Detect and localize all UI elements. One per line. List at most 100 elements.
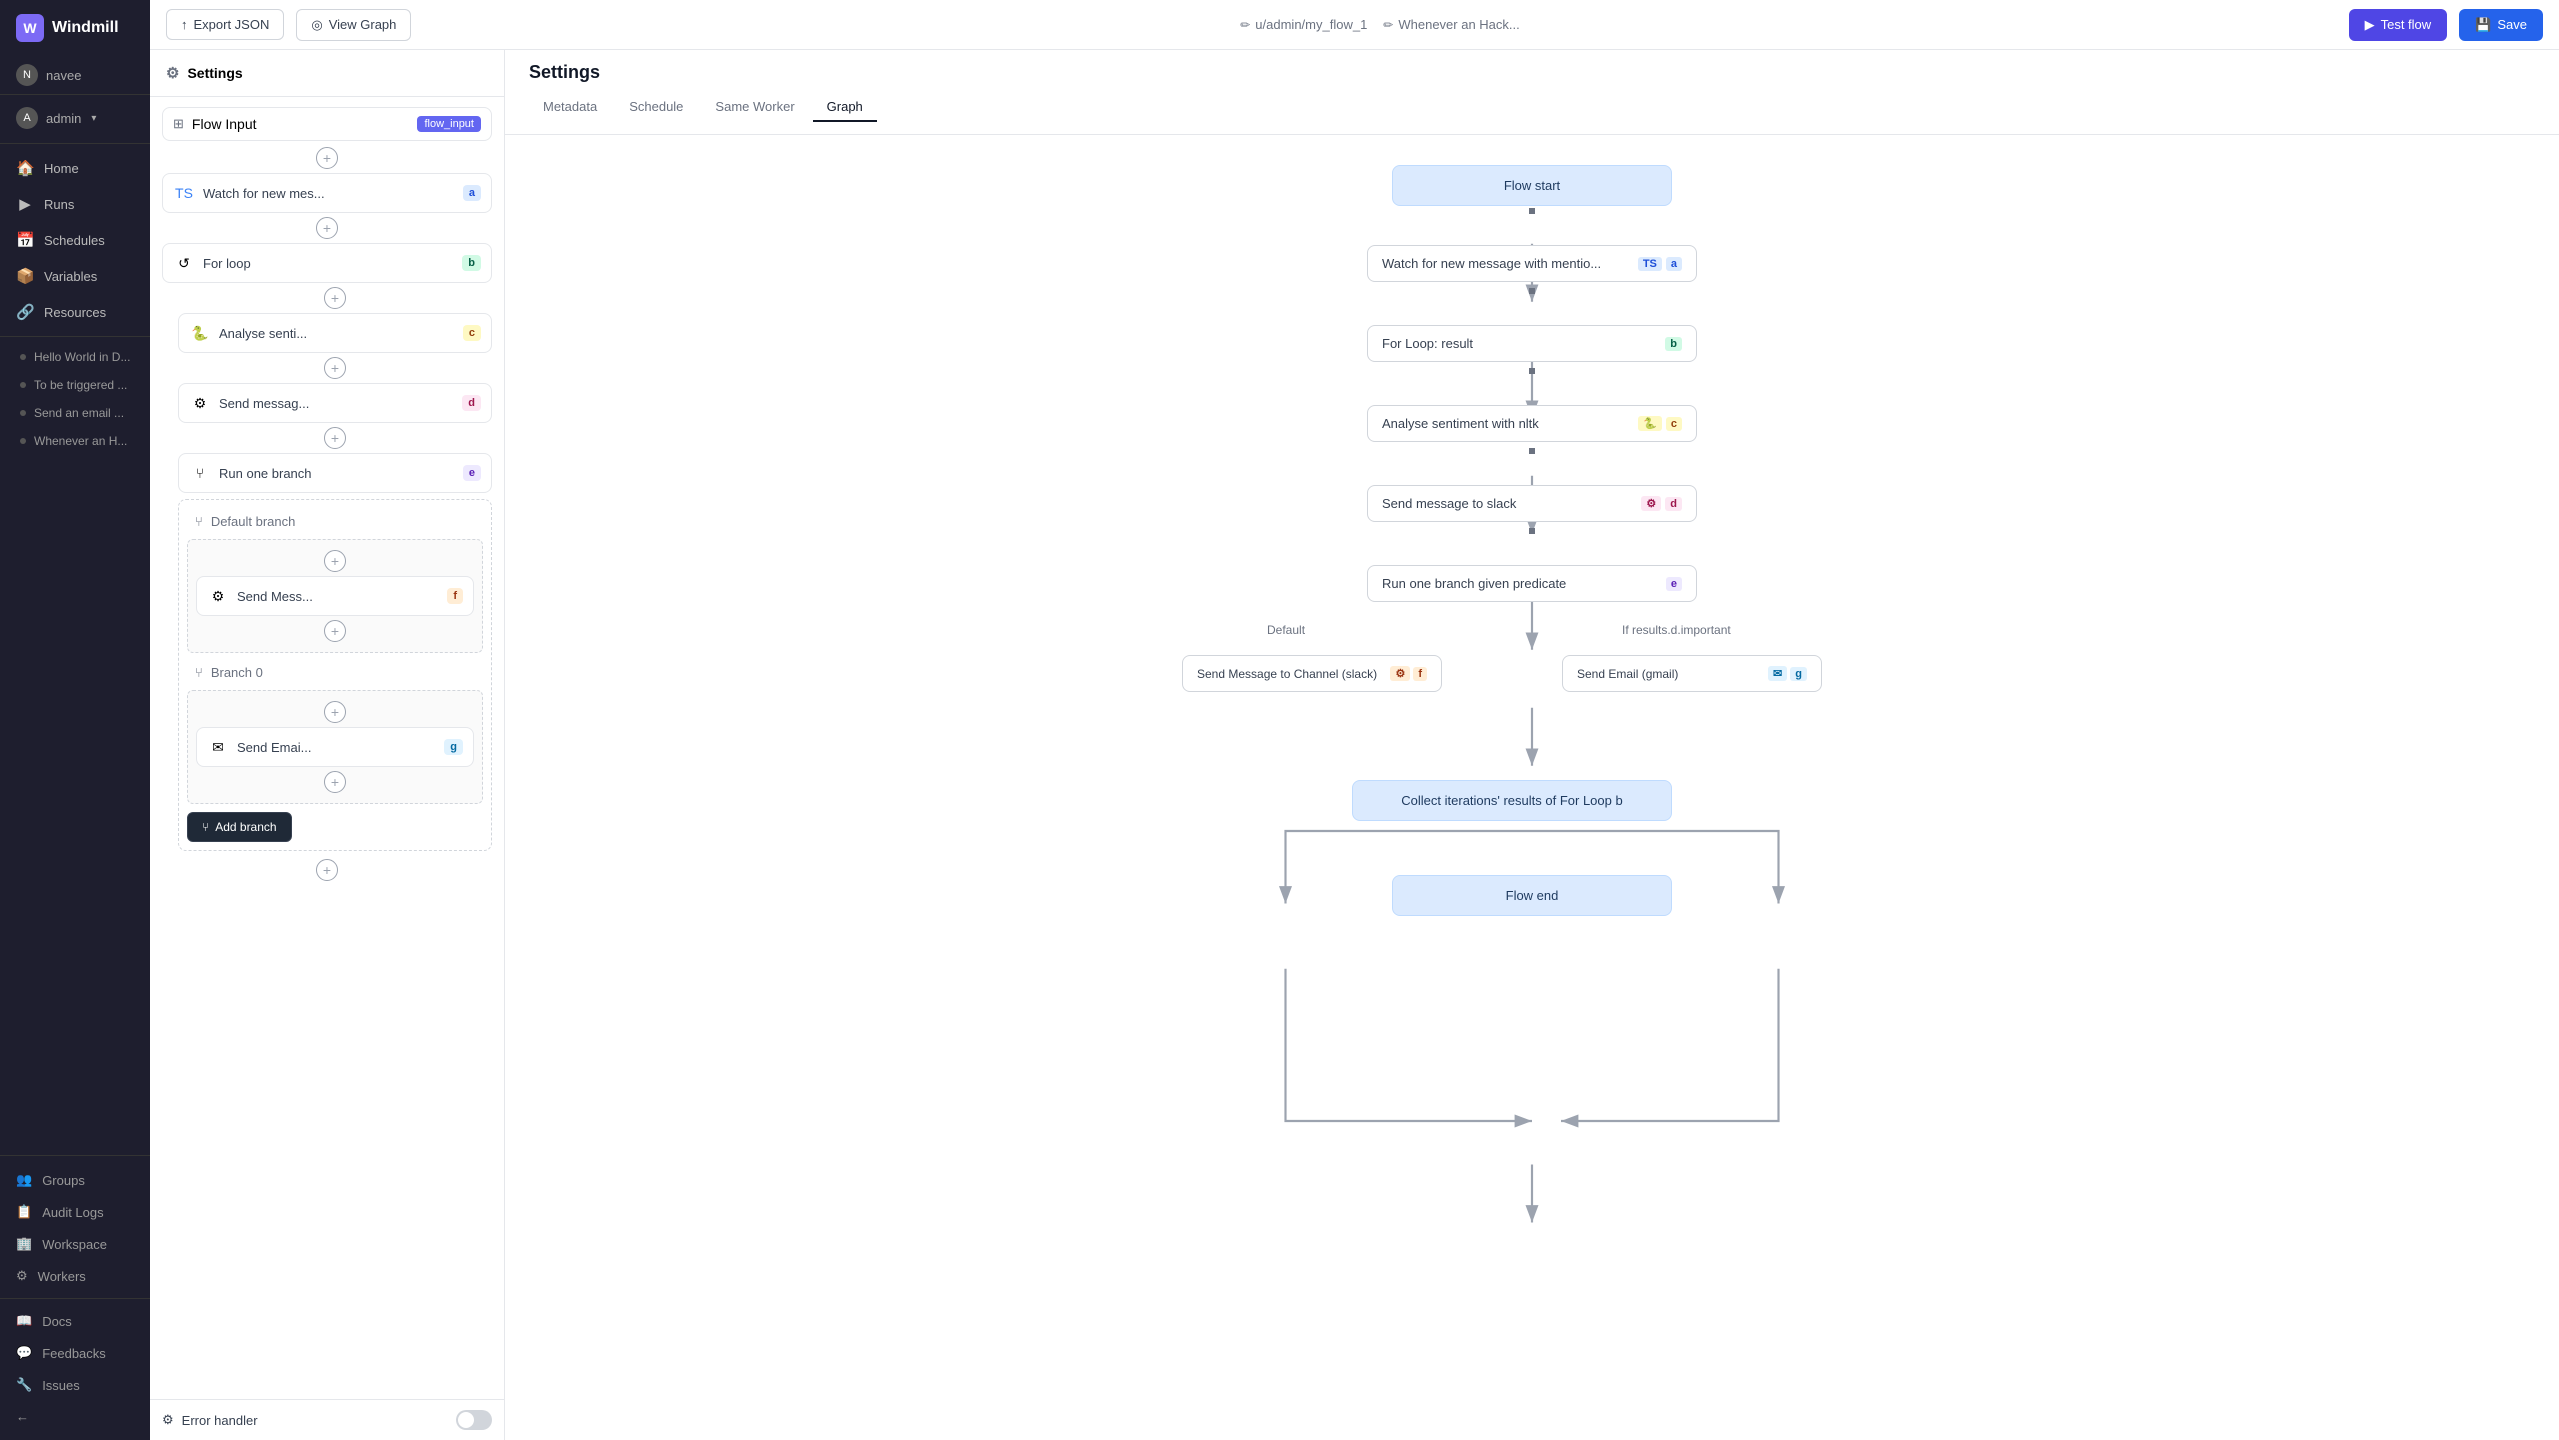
flow-path[interactable]: ✏ u/admin/my_flow_1 bbox=[1240, 17, 1367, 32]
tab-schedule[interactable]: Schedule bbox=[615, 93, 697, 122]
sidebar-logo[interactable]: W Windmill bbox=[0, 0, 150, 56]
sidebar-flow-whenever[interactable]: Whenever an H... bbox=[0, 427, 150, 455]
sidebar-flow-hello-world[interactable]: Hello World in D... bbox=[0, 343, 150, 371]
topbar: ↑ Export JSON ◎ View Graph ✏ u/admin/my_… bbox=[150, 0, 2559, 50]
trigger-icon: ✏ bbox=[1383, 18, 1393, 32]
graph-canvas: Flow start Watch for new message with me… bbox=[505, 135, 2559, 1440]
sidebar-item-issues[interactable]: 🔧 Issues bbox=[0, 1369, 150, 1401]
runs-label: Runs bbox=[44, 197, 74, 212]
sidebar-item-home[interactable]: 🏠 Home bbox=[0, 150, 150, 186]
sidebar-item-workers[interactable]: ⚙ Workers bbox=[0, 1260, 150, 1292]
sidebar-item-back[interactable]: ← bbox=[0, 1401, 150, 1432]
graph-header: Settings Metadata Schedule Same Worker G… bbox=[505, 50, 2559, 135]
settings-icon: ⚙ bbox=[166, 64, 179, 82]
export-icon: ↑ bbox=[181, 17, 188, 32]
sidebar-item-schedules[interactable]: 📅 Schedules bbox=[0, 222, 150, 258]
trigger-path[interactable]: ✏ Whenever an Hack... bbox=[1383, 17, 1519, 32]
add-button-f-bot[interactable]: + bbox=[324, 620, 346, 642]
sidebar-item-docs[interactable]: 📖 Docs bbox=[0, 1305, 150, 1337]
step-b-label: For loop bbox=[203, 256, 454, 271]
feedbacks-icon: 💬 bbox=[16, 1345, 32, 1361]
step-b-badge: b bbox=[462, 255, 481, 271]
left-panel: ⚙ Settings ⊞ Flow Input flow_input + TS … bbox=[150, 50, 505, 1440]
graph-tabs: Metadata Schedule Same Worker Graph bbox=[529, 93, 2535, 122]
step-c-icon: 🐍 bbox=[189, 322, 211, 344]
step-c[interactable]: 🐍 Analyse senti... c bbox=[178, 313, 492, 353]
node-send-slack: Send message to slack ⚙ d bbox=[1367, 485, 1697, 522]
add-button-f-top[interactable]: + bbox=[324, 550, 346, 572]
resources-label: Resources bbox=[44, 305, 106, 320]
sidebar-nav: 🏠 Home ▶ Runs 📅 Schedules 📦 Variables 🔗 … bbox=[0, 150, 150, 1155]
add-button-c[interactable]: + bbox=[324, 287, 346, 309]
sidebar-item-groups[interactable]: 👥 Groups bbox=[0, 1164, 150, 1196]
tab-same-worker[interactable]: Same Worker bbox=[701, 93, 808, 122]
add-branch-label: Add branch bbox=[215, 820, 276, 834]
sidebar-flow-triggered[interactable]: To be triggered ... bbox=[0, 371, 150, 399]
workers-label: Workers bbox=[38, 1269, 86, 1284]
add-button-g-top[interactable]: + bbox=[324, 701, 346, 723]
topbar-path: ✏ u/admin/my_flow_1 ✏ Whenever an Hack..… bbox=[423, 17, 2336, 32]
add-button-g-bot[interactable]: + bbox=[324, 771, 346, 793]
branch0-label: Branch 0 bbox=[211, 665, 263, 680]
step-a-badge: a bbox=[463, 185, 481, 201]
flow-input-row[interactable]: ⊞ Flow Input flow_input bbox=[162, 107, 492, 141]
node-analyse-label: Analyse sentiment with nltk bbox=[1382, 416, 1539, 431]
add-button-d[interactable]: + bbox=[324, 357, 346, 379]
node-for-loop: For Loop: result b bbox=[1367, 325, 1697, 362]
flow-input-icon: ⊞ bbox=[173, 116, 184, 132]
test-flow-button[interactable]: ▶ Test flow bbox=[2349, 9, 2448, 41]
flow-dot bbox=[20, 410, 26, 416]
sidebar-item-workspace[interactable]: 🏢 Workspace bbox=[0, 1228, 150, 1260]
sidebar-item-resources[interactable]: 🔗 Resources bbox=[0, 294, 150, 330]
sidebar-item-variables[interactable]: 📦 Variables bbox=[0, 258, 150, 294]
step-a[interactable]: TS Watch for new mes... a bbox=[162, 173, 492, 213]
step-e[interactable]: ⑂ Run one branch e bbox=[178, 453, 492, 493]
tab-metadata[interactable]: Metadata bbox=[529, 93, 611, 122]
flow-label: Hello World in D... bbox=[34, 350, 130, 364]
dot-3 bbox=[1529, 368, 1535, 374]
view-graph-button[interactable]: ◎ View Graph bbox=[296, 9, 411, 41]
issues-icon: 🔧 bbox=[16, 1377, 32, 1393]
default-branch-header[interactable]: ⑂ Default branch bbox=[187, 508, 483, 535]
tab-graph[interactable]: Graph bbox=[813, 93, 877, 122]
sidebar-item-audit-logs[interactable]: 📋 Audit Logs bbox=[0, 1196, 150, 1228]
export-json-button[interactable]: ↑ Export JSON bbox=[166, 9, 284, 40]
step-g-label: Send Emai... bbox=[237, 740, 436, 755]
graph-icon: ◎ bbox=[311, 17, 322, 33]
add-button-bottom[interactable]: + bbox=[316, 859, 338, 881]
branch0-header[interactable]: ⑂ Branch 0 bbox=[187, 659, 483, 686]
sidebar-bottom: 👥 Groups 📋 Audit Logs 🏢 Workspace ⚙ Work… bbox=[0, 1155, 150, 1440]
node-flow-start: Flow start bbox=[1392, 165, 1672, 206]
node-send-email: Send Email (gmail) ✉ g bbox=[1562, 655, 1822, 692]
step-f[interactable]: ⚙ Send Mess... f bbox=[196, 576, 474, 616]
admin-avatar: A bbox=[16, 107, 38, 129]
add-button-e[interactable]: + bbox=[324, 427, 346, 449]
sidebar-flow-email[interactable]: Send an email ... bbox=[0, 399, 150, 427]
save-button[interactable]: 💾 Save bbox=[2459, 9, 2543, 41]
node-flow-end: Flow end bbox=[1392, 875, 1672, 916]
back-icon: ← bbox=[16, 1409, 29, 1424]
runs-icon: ▶ bbox=[16, 195, 34, 213]
node-watch-label: Watch for new message with mentio... bbox=[1382, 256, 1601, 271]
add-button-0[interactable]: + bbox=[316, 147, 338, 169]
dot-1 bbox=[1529, 208, 1535, 214]
graph-area: Settings Metadata Schedule Same Worker G… bbox=[505, 50, 2559, 1440]
sidebar: W Windmill N navee A admin ▾ 🏠 Home ▶ Ru… bbox=[0, 0, 150, 1440]
audit-label: Audit Logs bbox=[42, 1205, 103, 1220]
add-button-1[interactable]: + bbox=[316, 217, 338, 239]
sidebar-item-feedbacks[interactable]: 💬 Feedbacks bbox=[0, 1337, 150, 1369]
default-branch-section: + ⚙ Send Mess... f + bbox=[187, 539, 483, 653]
step-b[interactable]: ↺ For loop b bbox=[162, 243, 492, 283]
sidebar-user-section: N navee bbox=[0, 56, 150, 95]
flow-dot bbox=[20, 354, 26, 360]
flow-input-badge: flow_input bbox=[417, 116, 481, 132]
branch0-section: + ✉ Send Emai... g + bbox=[187, 690, 483, 804]
error-handler-toggle[interactable] bbox=[456, 1410, 492, 1430]
step-d[interactable]: ⚙ Send messag... d bbox=[178, 383, 492, 423]
step-g[interactable]: ✉ Send Emai... g bbox=[196, 727, 474, 767]
sidebar-item-runs[interactable]: ▶ Runs bbox=[0, 186, 150, 222]
add-branch-button[interactable]: ⑂ Add branch bbox=[187, 812, 292, 842]
issues-label: Issues bbox=[42, 1378, 80, 1393]
node-analyse-badge: c bbox=[1666, 417, 1682, 431]
step-c-badge: c bbox=[463, 325, 481, 341]
